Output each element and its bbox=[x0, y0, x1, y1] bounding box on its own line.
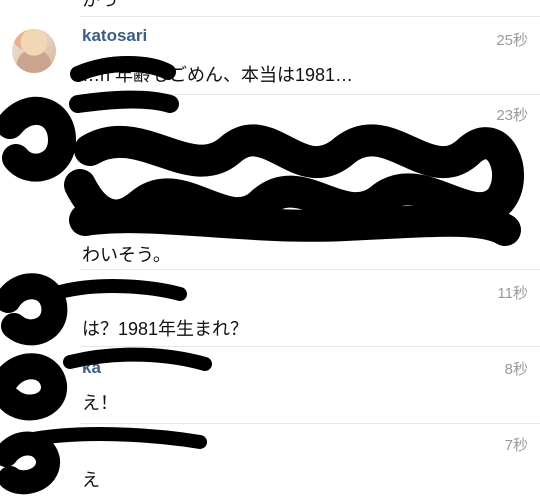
comment-time: 25秒 bbox=[496, 32, 528, 49]
comment-username[interactable]: ka bbox=[82, 358, 101, 378]
comment-text: …n 年齢もごめん、本当は1981… bbox=[82, 65, 354, 85]
comment-time: 23秒 bbox=[496, 107, 528, 124]
comment-time: 8秒 bbox=[504, 361, 528, 378]
comment-username[interactable]: katosari bbox=[82, 26, 147, 46]
comment-item: 7秒 え bbox=[0, 424, 540, 504]
comment-time: 11秒 bbox=[497, 285, 528, 302]
comment-item: 11秒 は？1981年生まれ？ bbox=[0, 270, 540, 346]
comment-text: は？1981年生まれ？ bbox=[82, 319, 249, 339]
comment-item: ka 8秒 え！ bbox=[0, 347, 540, 423]
comment-item: 23秒 わいそう。 bbox=[0, 95, 540, 269]
avatar[interactable] bbox=[12, 29, 56, 73]
comment-time: 7秒 bbox=[504, 437, 528, 454]
comment-item: katosari 25秒 …n 年齢もごめん、本当は1981… bbox=[0, 17, 540, 95]
partial-text-top: かっ bbox=[82, 0, 118, 10]
comment-text: え bbox=[82, 470, 100, 490]
profile-photo-icon bbox=[12, 29, 56, 73]
comment-text: わいそう。 bbox=[82, 245, 171, 265]
comment-text: え！ bbox=[82, 393, 118, 413]
